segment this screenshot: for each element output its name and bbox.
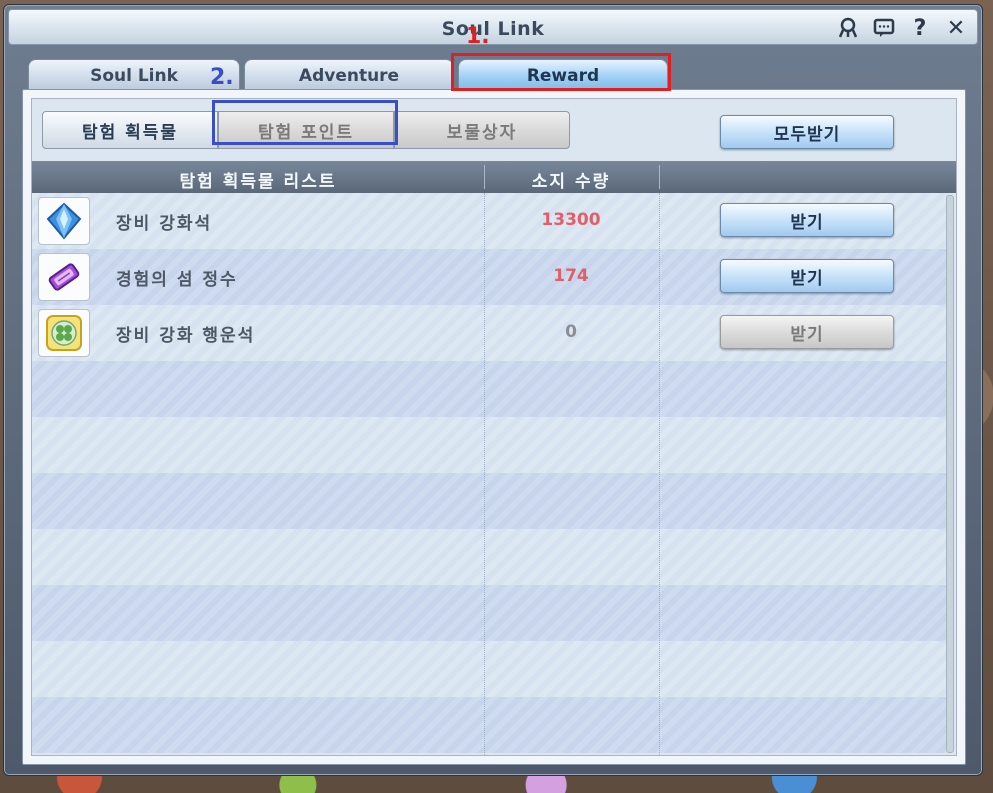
empty-row — [32, 585, 946, 641]
empty-row — [32, 529, 946, 585]
claim-button[interactable]: 받기 — [720, 203, 894, 237]
table-row: 장비 강화석 13300 받기 — [32, 193, 946, 249]
reward-content: 탐험 획득물 탐험 포인트 보물상자 모두받기 탐험 획득물 리스트 소지 수량 — [31, 98, 957, 756]
header-item-list: 탐험 획득물 리스트 — [179, 172, 337, 192]
item-quantity: 13300 — [541, 210, 601, 230]
empty-row — [32, 697, 946, 753]
table-header: 탐험 획득물 리스트 소지 수량 — [32, 161, 956, 193]
column-divider — [484, 193, 485, 755]
claim-button[interactable]: 받기 — [720, 259, 894, 293]
tab-soul-link[interactable]: Soul Link — [28, 59, 240, 91]
item-quantity: 0 — [565, 322, 577, 342]
tab-reward[interactable]: Reward — [458, 59, 668, 91]
item-quantity: 174 — [553, 266, 589, 286]
clover-stone-icon — [38, 309, 90, 357]
claim-button[interactable]: 받기 — [720, 315, 894, 349]
item-name: 장비 강화 행운석 — [116, 326, 256, 346]
empty-row — [32, 361, 946, 417]
annotation-label-1: 1. — [466, 24, 490, 49]
subtab-exploration-loot[interactable]: 탐험 획득물 — [42, 111, 218, 149]
reward-panel: 탐험 획득물 탐험 포인트 보물상자 모두받기 탐험 획득물 리스트 소지 수량 — [22, 89, 966, 765]
purple-essence-icon — [38, 253, 90, 301]
subtab-exploration-points[interactable]: 탐험 포인트 — [218, 111, 394, 149]
title-bar[interactable]: Soul Link ? ✕ — [8, 9, 978, 45]
window-title: Soul Link — [441, 18, 545, 40]
soul-link-window: Soul Link ? ✕ Soul Link Adventure Reward… — [3, 4, 983, 776]
item-name: 장비 강화석 — [116, 214, 213, 234]
scrollbar[interactable] — [946, 195, 954, 753]
column-divider — [659, 193, 660, 755]
empty-row — [32, 473, 946, 529]
claim-all-button[interactable]: 모두받기 — [720, 115, 894, 149]
close-icon[interactable]: ✕ — [943, 16, 969, 41]
ribbon-icon[interactable] — [835, 16, 861, 40]
chat-icon[interactable] — [871, 16, 897, 40]
annotation-label-2: 2. — [210, 65, 234, 90]
subtab-treasure-box[interactable]: 보물상자 — [394, 111, 570, 149]
sub-tabs: 탐험 획득물 탐험 포인트 보물상자 — [42, 111, 570, 149]
help-icon[interactable]: ? — [907, 16, 933, 41]
item-name: 경험의 섬 정수 — [116, 270, 238, 290]
blue-crystal-icon — [38, 197, 90, 245]
table-row: 장비 강화 행운석 0 받기 — [32, 305, 946, 361]
item-list: 장비 강화석 13300 받기 경험의 섬 정수 174 받기 장비 강화 행운… — [32, 193, 946, 755]
table-row: 경험의 섬 정수 174 받기 — [32, 249, 946, 305]
empty-row — [32, 641, 946, 697]
header-quantity: 소지 수량 — [531, 172, 611, 192]
empty-row — [32, 417, 946, 473]
tab-adventure[interactable]: Adventure — [244, 59, 454, 91]
